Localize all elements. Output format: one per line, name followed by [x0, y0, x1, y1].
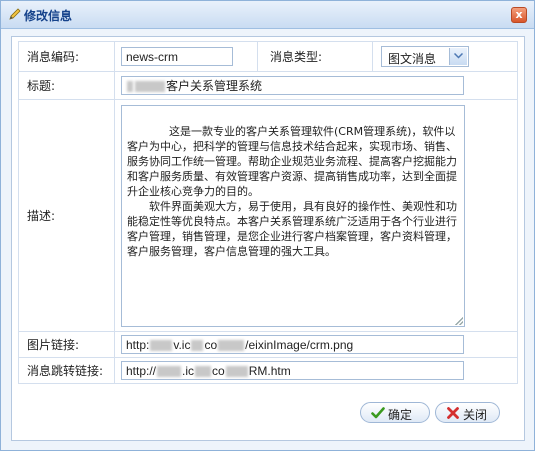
type-select[interactable]: 图文消息 — [381, 46, 469, 67]
redacted-text — [195, 366, 212, 378]
redacted-text — [157, 366, 182, 378]
close-icon[interactable]: x — [511, 7, 527, 23]
resize-grip-icon[interactable] — [455, 316, 463, 325]
title-input-value: 客户关系管理系统 — [166, 79, 263, 93]
form-row-jump: 消息跳转链接: http://.ic co RM.htm — [18, 357, 518, 384]
desc-textarea[interactable]: 这是一款专业的客户关系管理软件(CRM管理系统)，软件以客户为中心，把科学的管理… — [121, 104, 465, 327]
type-label: 消息类型: — [257, 41, 373, 72]
redacted-text — [218, 340, 245, 352]
jump-url-input[interactable]: http://.ic co RM.htm — [121, 361, 464, 380]
info-form: 消息编码: news-crm 消息类型: 图文消息 标题: 客户关系管理系统 描… — [18, 41, 518, 384]
code-label: 消息编码: — [18, 41, 115, 72]
type-select-value: 图文消息 — [388, 52, 437, 66]
form-row-title: 标题: 客户关系管理系统 — [18, 71, 518, 100]
desc-text: 这是一款专业的客户关系管理软件(CRM管理系统)，软件以客户为中心，把科学的管理… — [127, 124, 457, 258]
title-input[interactable]: 客户关系管理系统 — [121, 76, 464, 95]
close-button[interactable]: 关闭 — [435, 402, 500, 423]
ok-button-label: 确定 — [388, 408, 413, 422]
form-row-pic: 图片链接: http: v.ic co/eixinImage/crm.png — [18, 331, 518, 358]
redacted-text — [135, 81, 165, 93]
pencil-icon — [8, 7, 22, 21]
redacted-text — [225, 366, 248, 378]
edit-info-dialog: 修改信息 x 消息编码: news-crm 消息类型: 图文消息 标题: 客户关… — [0, 0, 535, 451]
dialog-titlebar[interactable]: 修改信息 x — [1, 1, 534, 29]
dialog-title: 修改信息 — [24, 9, 73, 23]
chevron-down-icon[interactable] — [449, 48, 467, 65]
code-input[interactable]: news-crm — [121, 47, 233, 66]
ok-button[interactable]: 确定 — [360, 402, 430, 423]
jump-label: 消息跳转链接: — [18, 357, 115, 384]
form-panel: 消息编码: news-crm 消息类型: 图文消息 标题: 客户关系管理系统 描… — [11, 36, 525, 441]
redacted-text — [127, 81, 133, 93]
cross-icon — [446, 406, 460, 420]
title-label: 标题: — [18, 71, 115, 100]
close-button-label: 关闭 — [463, 408, 488, 422]
redacted-text — [150, 340, 173, 352]
redacted-text — [191, 340, 204, 352]
check-icon — [371, 406, 385, 420]
pic-url-input[interactable]: http: v.ic co/eixinImage/crm.png — [121, 335, 464, 354]
desc-label: 描述: — [18, 99, 115, 332]
pic-label: 图片链接: — [18, 331, 115, 358]
form-row-code: 消息编码: news-crm 消息类型: 图文消息 — [18, 41, 518, 72]
form-row-desc: 描述: 这是一款专业的客户关系管理软件(CRM管理系统)，软件以客户为中心，把科… — [18, 99, 518, 332]
